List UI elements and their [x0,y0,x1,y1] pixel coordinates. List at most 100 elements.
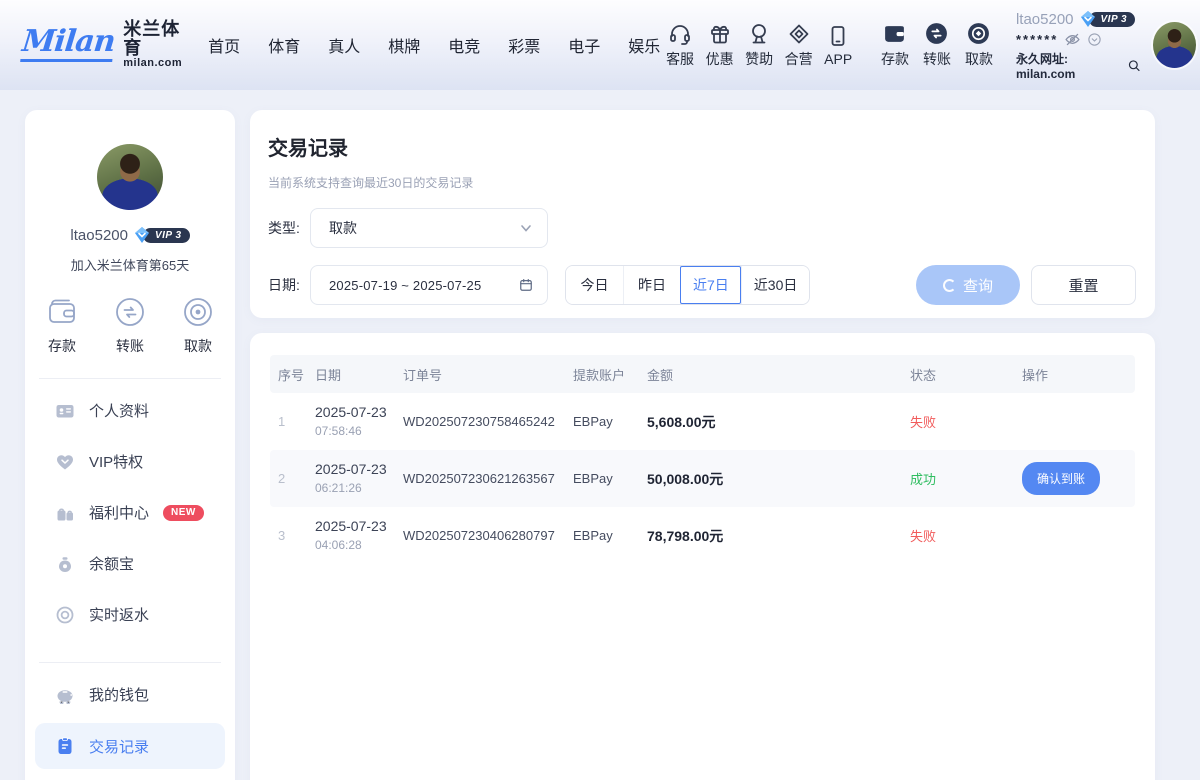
quick-withdraw-label: 取款 [184,336,212,356]
sidebar-item-label: 我的钱包 [89,684,149,705]
query-button-label: 查询 [963,275,993,296]
col-amount: 金额 [647,365,910,384]
id-card-icon [55,401,75,421]
preset-yesterday[interactable]: 昨日 [623,266,680,304]
brand-name-cn: 米兰体育 [123,20,182,58]
page-title: 交易记录 [268,132,1137,161]
sidebar-item-rebate[interactable]: 实时返水 [25,589,235,640]
joined-days: 加入米兰体育第65天 [71,255,189,274]
table-row: 2 2025-07-2306:21:26 WD20250723062126356… [270,450,1135,507]
service-link[interactable]: 客服 [660,22,700,69]
col-index: 序号 [278,365,315,384]
records-panel: 序号 日期 订单号 提款账户 金额 状态 操作 1 2025-07-2307:5… [250,333,1155,780]
sidebar-item-transactions[interactable]: 交易记录 [35,723,225,769]
sidebar-item-wallet[interactable]: 我的钱包 [25,669,235,720]
transfer-link[interactable]: 转账 [916,21,958,69]
quick-withdraw[interactable]: 取款 [180,294,216,356]
type-select[interactable]: 取款 [310,208,548,248]
refresh-circle-icon[interactable] [1087,32,1102,47]
sponsor-link[interactable]: 赞助 [739,22,779,69]
service-label: 客服 [666,49,694,69]
profile-avatar[interactable] [97,144,163,210]
deposit-wallet-icon [882,21,907,46]
row-date: 2025-07-23 [315,404,387,420]
user-info: ltao5200 VIP 3 ****** [1016,9,1141,81]
transfer-label: 转账 [923,49,951,69]
deposit-link[interactable]: 存款 [874,21,916,69]
preset-last7[interactable]: 近7日 [680,266,741,304]
nav-sports[interactable]: 体育 [268,33,300,57]
joint-venture-link[interactable]: 合营 [779,22,819,69]
preset-last30[interactable]: 近30日 [741,266,810,304]
date-label: 日期: [268,275,310,295]
quick-deposit-label: 存款 [48,336,76,356]
transactions-icon [55,736,75,756]
sidebar-item-profile[interactable]: 个人资料 [25,385,235,436]
quick-transfer[interactable]: 转账 [112,294,148,356]
promo-link[interactable]: 优惠 [700,22,740,69]
deposit-label: 存款 [881,49,909,69]
nav-entertainment[interactable]: 娱乐 [628,33,660,57]
nav-lottery[interactable]: 彩票 [508,33,540,57]
eye-off-icon[interactable] [1064,31,1081,48]
reset-button[interactable]: 重置 [1031,265,1136,305]
vip-badge[interactable]: VIP 3 [1078,9,1136,29]
nav-slots[interactable]: 电子 [568,33,600,57]
sidebar-item-label: 福利中心 [89,502,149,523]
nav-chess[interactable]: 棋牌 [388,33,420,57]
sidebar-menu-records: 我的钱包 交易记录 投注记录 [25,663,235,780]
query-button[interactable]: 查询 [916,265,1020,305]
tickets-icon [787,22,811,46]
sidebar: ltao5200 VIP 3 加入米兰体育第65天 存款 [25,110,235,780]
withdraw-link[interactable]: 取款 [958,21,1000,69]
sidebar-item-label: 实时返水 [89,604,149,625]
trophy-icon [747,22,771,46]
col-status: 状态 [910,365,1000,384]
sidebar-quick-actions: 存款 转账 取款 [44,294,216,356]
nav-home[interactable]: 首页 [208,33,240,57]
nav-live[interactable]: 真人 [328,33,360,57]
row-index: 3 [278,528,315,543]
app-link[interactable]: APP [818,24,858,67]
confirm-received-button[interactable]: 确认到账 [1022,462,1100,495]
joint-venture-label: 合营 [785,49,813,69]
withdraw-icon [966,21,991,46]
promo-label: 优惠 [706,49,734,69]
brand-logo-script: Milan [20,27,116,62]
headset-icon [668,22,692,46]
user-avatar[interactable] [1153,22,1196,68]
sidebar-item-vip[interactable]: VIP特权 [25,436,235,487]
preset-today[interactable]: 今日 [566,266,623,304]
vip-privilege-icon [55,452,75,472]
deposit-wallet-outline-icon [44,294,80,330]
sidebar-item-yuebao[interactable]: 余额宝 [25,538,235,589]
row-account: EBPay [573,471,647,486]
app-label: APP [824,51,852,67]
date-range-input[interactable]: 2025-07-19 ~ 2025-07-25 [310,265,548,305]
gift-icon [708,22,732,46]
row-amount: 78,798.00元 [647,526,910,546]
sidebar-item-betting[interactable]: 投注记录 [25,772,235,780]
row-order-id: WD202507230406280797 [403,528,573,543]
status-badge: 成功 [910,469,1000,488]
loading-spinner-icon [943,279,956,292]
search-icon[interactable] [1127,58,1141,73]
brand-logo[interactable]: Milan 米兰体育 milan.com [22,20,182,69]
piggy-bank-icon [55,685,75,705]
row-time: 07:58:46 [315,424,362,438]
sidebar-item-welfare[interactable]: 福利中心 NEW [25,487,235,538]
quick-deposit[interactable]: 存款 [44,294,80,356]
money-pouch-icon [55,554,75,574]
profile-vip-badge[interactable]: VIP 3 [132,225,190,245]
col-date: 日期 [315,365,403,384]
date-range-value: 2025-07-19 ~ 2025-07-25 [329,278,519,293]
nav-esports[interactable]: 电竞 [448,33,480,57]
date-range-presets: 今日 昨日 近7日 近30日 [565,265,810,305]
profile-username: ltao5200 [70,227,128,244]
rebate-icon [55,605,75,625]
sponsor-label: 赞助 [745,49,773,69]
new-badge: NEW [163,505,204,521]
row-date: 2025-07-23 [315,461,387,477]
withdraw-label: 取款 [965,49,993,69]
welfare-center-icon [55,503,75,523]
